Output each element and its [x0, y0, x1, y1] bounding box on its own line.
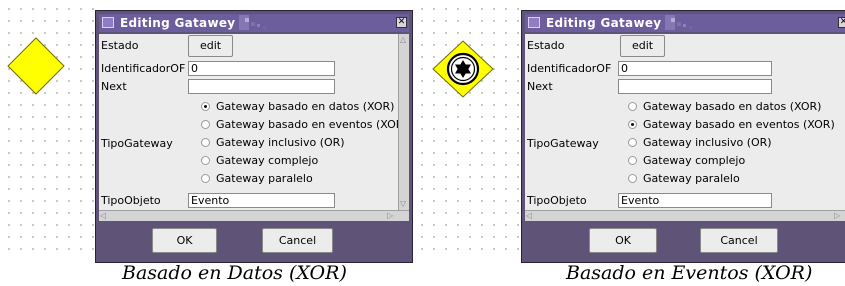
radio-label: Gateway complejo — [216, 154, 319, 167]
radio-gateway-datos[interactable]: Gateway basado en datos (XOR) — [628, 99, 821, 115]
tipoobjeto-field[interactable]: Evento — [188, 193, 335, 208]
dialog-button-area: OK Cancel — [99, 223, 409, 259]
dialog-form-panel: Estado edit IdentificadorOF 0 Next TipoG… — [99, 34, 409, 221]
identificador-label: IdentificadorOF — [527, 62, 612, 75]
window-menu-icon[interactable] — [102, 17, 114, 28]
editing-gateway-dialog-left: Editing Gatawey ✕ Estado edit Identifica… — [95, 10, 413, 263]
radio-label: Gateway paralelo — [216, 172, 313, 185]
close-icon[interactable]: ✕ — [838, 17, 845, 28]
dialog-button-area: OK Cancel — [525, 223, 845, 259]
caption-right: Basado en Eventos (XOR) — [566, 262, 813, 284]
radio-dot — [628, 156, 637, 165]
estado-label: Estado — [101, 39, 139, 52]
diagram-canvas-right — [413, 0, 521, 258]
editing-gateway-dialog-right: Editing Gatawey ✕ Estado edit Identifica… — [521, 10, 845, 263]
dialog-titlebar[interactable]: Editing Gatawey ✕ — [99, 14, 409, 32]
horizontal-scrollbar[interactable]: ◁ ▷ — [99, 210, 409, 221]
radio-gateway-paralelo[interactable]: Gateway paralelo — [201, 171, 313, 187]
radio-dot — [201, 102, 210, 111]
radio-gateway-datos[interactable]: Gateway basado en datos (XOR) — [201, 99, 394, 115]
radio-label: Gateway inclusivo (OR) — [643, 136, 772, 149]
estado-label: Estado — [527, 39, 565, 52]
vertical-scrollbar[interactable]: △ ▽ — [398, 34, 409, 210]
cancel-button[interactable]: Cancel — [262, 228, 333, 253]
identificador-label: IdentificadorOF — [101, 62, 186, 75]
edit-button[interactable]: edit — [620, 35, 665, 57]
radio-label: Gateway complejo — [643, 154, 746, 167]
radio-label: Gateway basado en eventos (XOR) — [643, 118, 835, 131]
next-label: Next — [527, 80, 553, 93]
ok-button[interactable]: OK — [152, 228, 217, 253]
radio-gateway-eventos[interactable]: Gateway basado en eventos (XOR) — [628, 117, 835, 133]
scroll-left-icon[interactable]: ◁ — [526, 211, 532, 220]
titlebar-decoration-icon — [239, 15, 266, 30]
radio-dot — [628, 174, 637, 183]
event-xor-gateway-shape[interactable] — [432, 40, 494, 98]
next-field[interactable] — [188, 79, 335, 94]
dialog-titlebar[interactable]: Editing Gatawey ✕ — [525, 14, 845, 32]
next-label: Next — [101, 80, 127, 93]
window-menu-icon[interactable] — [528, 17, 540, 28]
dialog-form-panel: Estado edit IdentificadorOF 0 Next TipoG… — [525, 34, 845, 221]
dialog-title: Editing Gatawey — [120, 16, 236, 30]
scroll-right-icon[interactable]: ▷ — [387, 211, 393, 220]
ok-button[interactable]: OK — [589, 228, 657, 253]
tipoobjeto-label: TipoObjeto — [527, 194, 587, 207]
radio-label: Gateway inclusivo (OR) — [216, 136, 345, 149]
radio-gateway-complejo[interactable]: Gateway complejo — [201, 153, 318, 169]
next-field[interactable] — [618, 79, 772, 94]
radio-dot — [201, 120, 210, 129]
tipoobjeto-label: TipoObjeto — [101, 194, 161, 207]
identificador-field[interactable]: 0 — [618, 61, 772, 76]
radio-gateway-paralelo[interactable]: Gateway paralelo — [628, 171, 740, 187]
caption-left: Basado en Datos (XOR) — [122, 262, 347, 284]
radio-dot — [628, 138, 637, 147]
scroll-right-icon[interactable]: ▷ — [834, 211, 840, 220]
dialog-title: Editing Gatawey — [546, 16, 662, 30]
data-xor-gateway-shape[interactable] — [6, 36, 66, 96]
radio-gateway-complejo[interactable]: Gateway complejo — [628, 153, 745, 169]
scroll-left-icon[interactable]: ◁ — [100, 211, 106, 220]
radio-gateway-inclusivo[interactable]: Gateway inclusivo (OR) — [201, 135, 345, 151]
tipogateway-label: TipoGateway — [527, 137, 599, 150]
cancel-button[interactable]: Cancel — [700, 228, 778, 253]
radio-label: Gateway basado en datos (XOR) — [643, 100, 822, 113]
tipogateway-label: TipoGateway — [101, 137, 173, 150]
radio-label: Gateway paralelo — [643, 172, 740, 185]
scroll-up-icon[interactable]: △ — [400, 35, 406, 44]
radio-dot — [628, 120, 637, 129]
horizontal-scrollbar[interactable]: ◁ ▷ — [525, 210, 845, 221]
radio-dot — [201, 138, 210, 147]
radio-dot — [628, 102, 637, 111]
identificador-field[interactable]: 0 — [188, 61, 335, 76]
radio-dot — [201, 156, 210, 165]
radio-label: Gateway basado en eventos (XOR) — [216, 118, 408, 131]
scroll-down-icon[interactable]: ▽ — [400, 199, 406, 208]
close-icon[interactable]: ✕ — [396, 17, 407, 28]
radio-gateway-inclusivo[interactable]: Gateway inclusivo (OR) — [628, 135, 772, 151]
titlebar-decoration-icon — [665, 15, 692, 30]
radio-gateway-eventos[interactable]: Gateway basado en eventos (XOR) — [201, 117, 408, 133]
edit-button[interactable]: edit — [188, 35, 233, 57]
radio-label: Gateway basado en datos (XOR) — [216, 100, 395, 113]
tipoobjeto-field[interactable]: Evento — [618, 193, 772, 208]
radio-dot — [201, 174, 210, 183]
